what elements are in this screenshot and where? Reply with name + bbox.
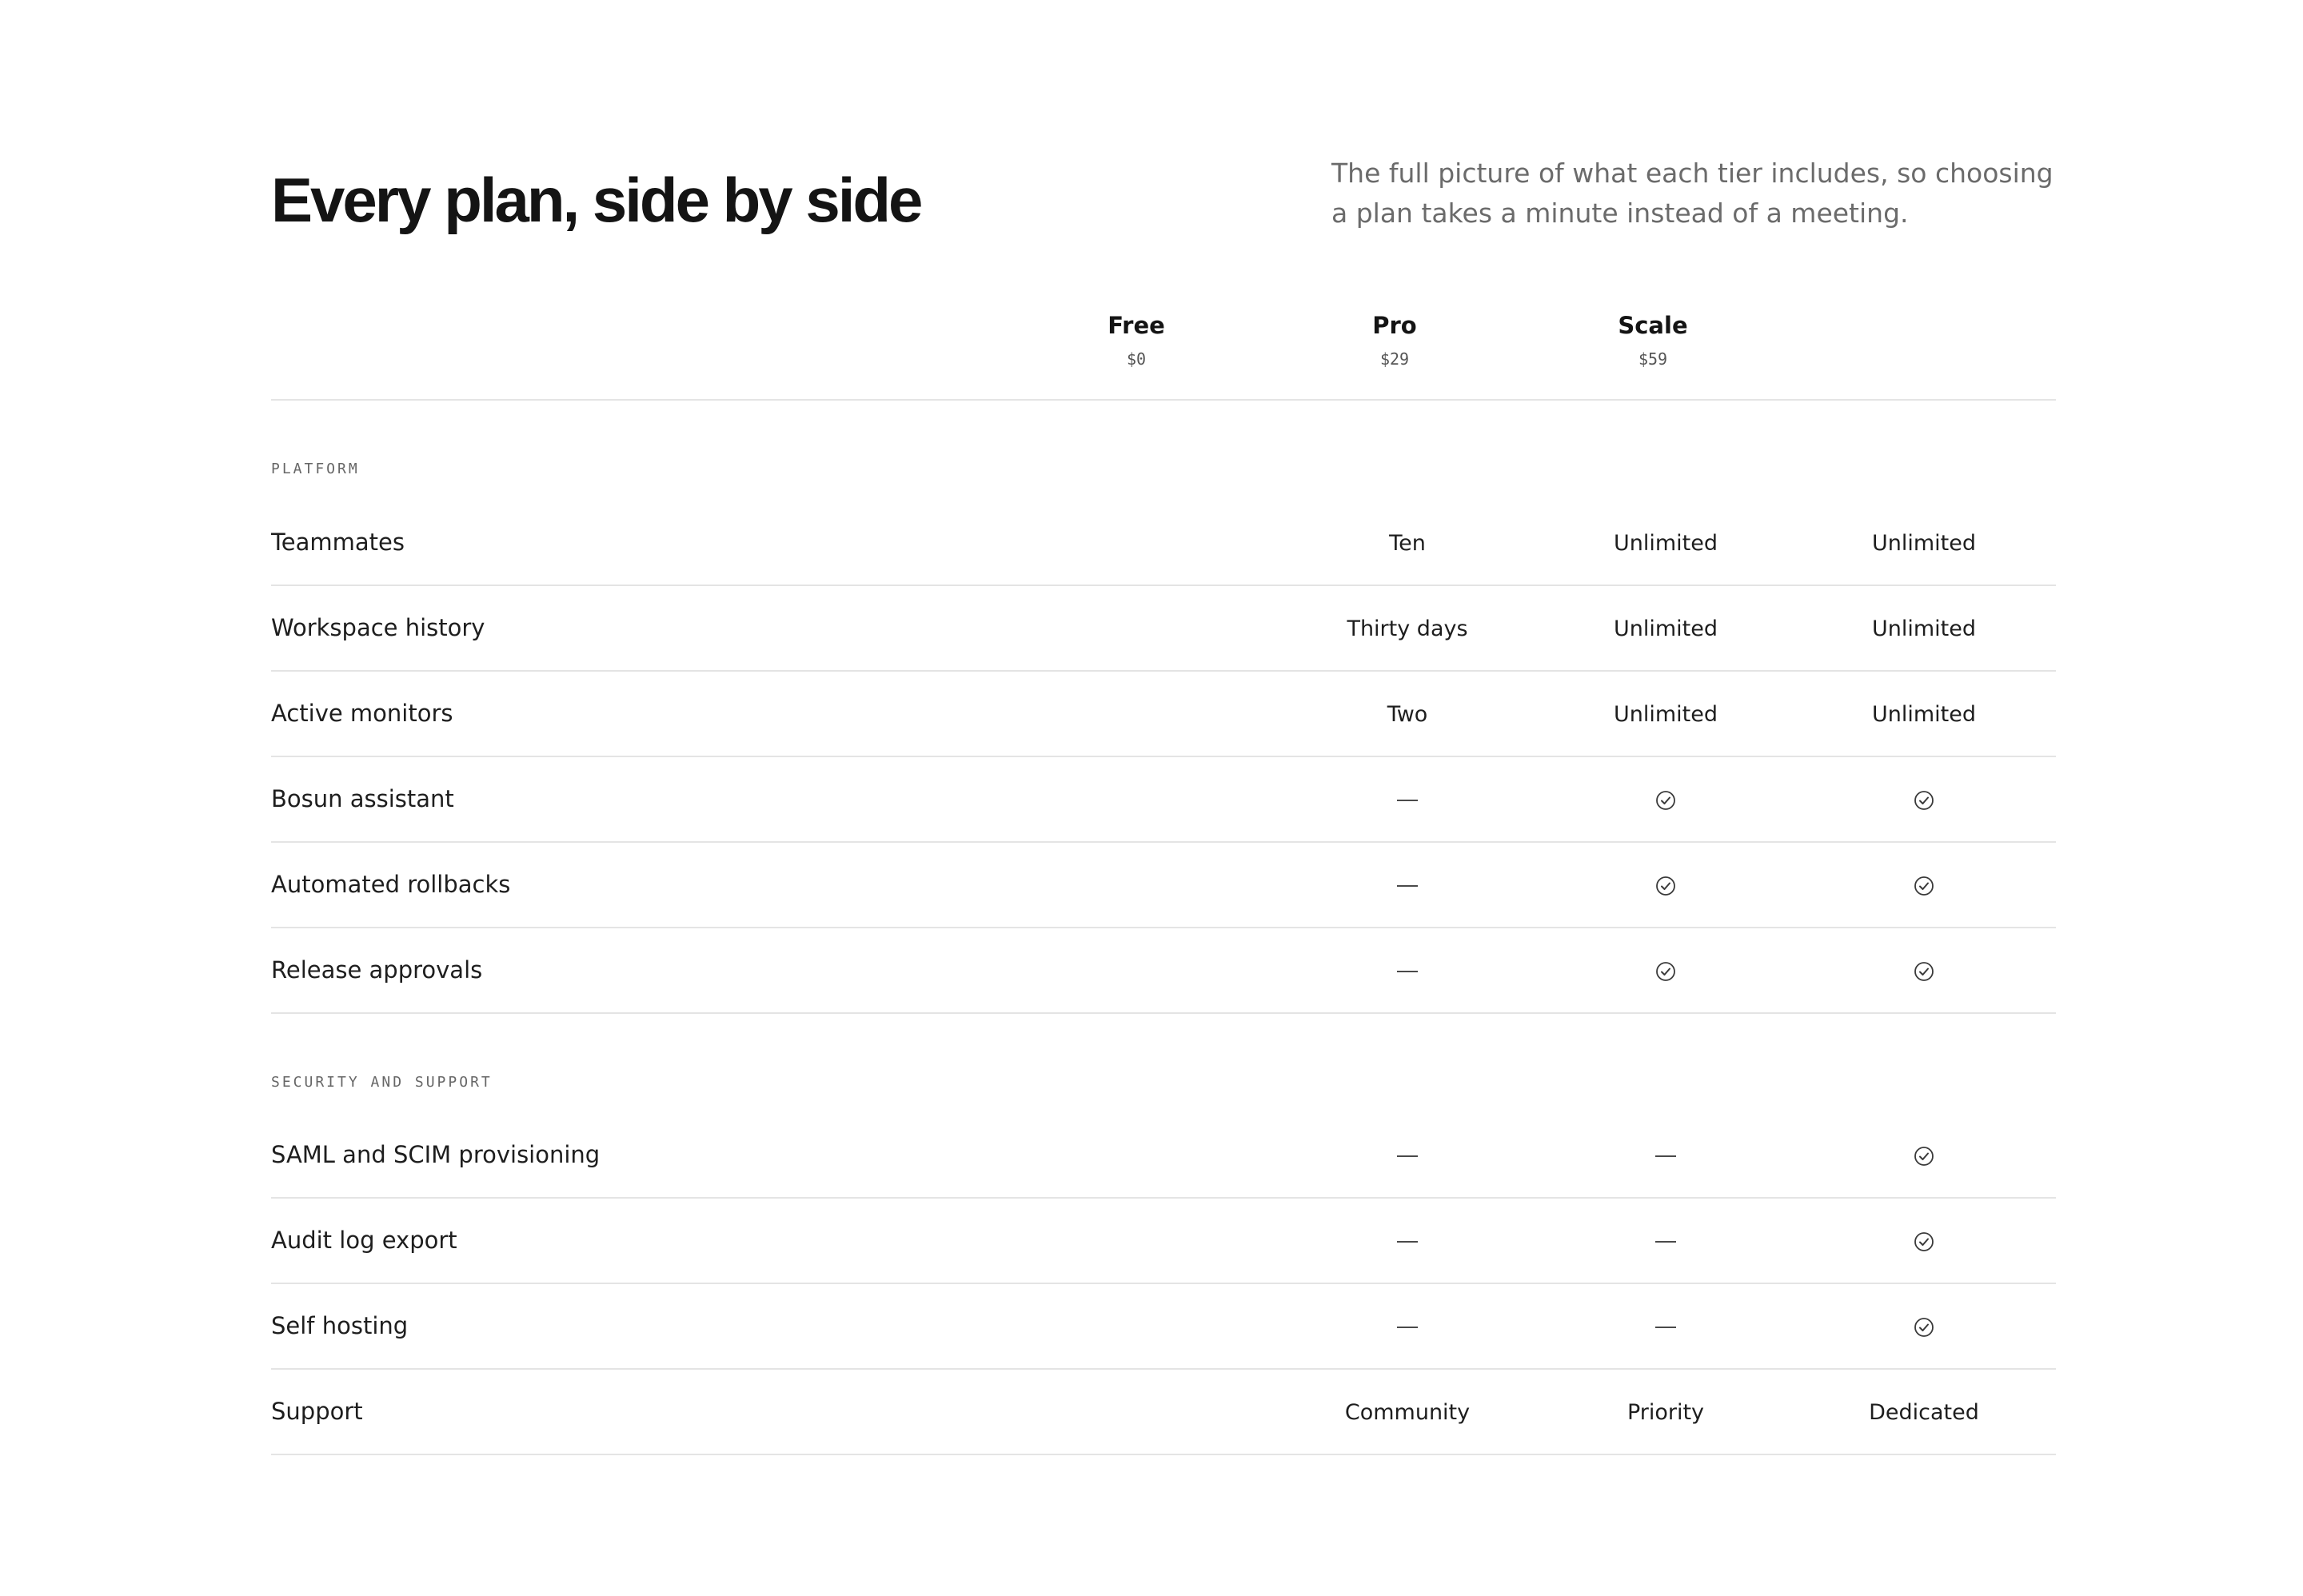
dash-icon (1655, 1326, 1676, 1328)
cell-free: Community (1278, 1370, 1537, 1455)
feature-label: SAML and SCIM provisioning (271, 1141, 601, 1168)
feature-label: Audit log export (271, 1227, 457, 1254)
table-row: Teammates Ten Unlimited Unlimited (271, 501, 2056, 586)
table-row: Automated rollbacks (271, 843, 2056, 928)
feature-label: Self hosting (271, 1312, 409, 1339)
cell-value: Unlimited (1613, 616, 1718, 641)
cell-pro: Unlimited (1536, 586, 1795, 672)
cell-value: Unlimited (1613, 531, 1718, 556)
dash-icon (1397, 884, 1418, 887)
cell-pro (1536, 757, 1795, 843)
table-row: Audit log export (271, 1199, 2056, 1284)
check-circle-icon (1914, 1231, 1934, 1251)
check-circle-icon (1914, 1146, 1934, 1166)
cell-scale (1794, 843, 2054, 928)
page-title: Every plan, side by side (271, 165, 923, 235)
plan-name: Scale (1618, 312, 1688, 339)
cell-pro: Unlimited (1536, 672, 1795, 757)
cell-free (1278, 928, 1537, 1014)
table-row: Support Community Priority Dedicated (271, 1370, 2056, 1455)
feature-label: Automated rollbacks (271, 871, 511, 898)
cell-pro: Priority (1536, 1370, 1795, 1455)
cell-pro (1536, 1113, 1795, 1199)
cell-scale (1794, 1284, 2054, 1370)
table-row: Workspace history Thirty days Unlimited … (271, 586, 2056, 672)
cell-value: Ten (1389, 531, 1426, 556)
cell-scale (1794, 1113, 2054, 1199)
dash-icon (1655, 1240, 1676, 1243)
dash-icon (1397, 1326, 1418, 1328)
plan-name: Pro (1372, 312, 1417, 339)
cell-scale: Unlimited (1794, 672, 2054, 757)
table-row: Release approvals (271, 928, 2056, 1014)
cell-pro (1536, 1199, 1795, 1284)
plan-header-free: Free $0 (1007, 307, 1266, 371)
plan-name: Free (1108, 312, 1165, 339)
table-row: Bosun assistant (271, 757, 2056, 843)
feature-label: Support (271, 1398, 363, 1425)
cell-scale (1794, 1199, 2054, 1284)
section-label-platform: PLATFORM (271, 461, 360, 477)
cell-pro (1536, 843, 1795, 928)
check-circle-icon (1914, 790, 1934, 810)
check-circle-icon (1656, 790, 1675, 810)
cell-free: Two (1278, 672, 1537, 757)
feature-label: Active monitors (271, 700, 453, 727)
dash-icon (1655, 1155, 1676, 1157)
cell-free (1278, 1113, 1537, 1199)
page-subtitle: The full picture of what each tier inclu… (1331, 158, 2054, 229)
cell-scale: Dedicated (1794, 1370, 2054, 1455)
cell-value: Unlimited (1871, 531, 1977, 556)
check-circle-icon (1914, 961, 1934, 981)
check-circle-icon (1656, 876, 1675, 896)
cell-value: Community (1344, 1400, 1471, 1425)
cell-scale (1794, 757, 2054, 843)
feature-label: Teammates (271, 529, 405, 556)
cell-value: Unlimited (1871, 616, 1977, 641)
feature-label: Workspace history (271, 614, 485, 641)
cell-value: Thirty days (1347, 616, 1468, 641)
cell-value: Two (1387, 702, 1428, 727)
check-circle-icon (1914, 1317, 1934, 1337)
cell-free (1278, 757, 1537, 843)
cell-free (1278, 1284, 1537, 1370)
table-row: Self hosting (271, 1284, 2056, 1370)
cell-value: Unlimited (1613, 702, 1718, 727)
cell-value: Priority (1626, 1400, 1705, 1425)
cell-scale (1794, 928, 2054, 1014)
dash-icon (1397, 1240, 1418, 1243)
section-label-security-support: SECURITY AND SUPPORT (271, 1074, 493, 1091)
cell-free (1278, 843, 1537, 928)
plan-header-scale: Scale $59 (1523, 307, 1782, 371)
cell-free: Thirty days (1278, 586, 1537, 672)
plan-price: $0 (1126, 349, 1147, 369)
check-circle-icon (1656, 961, 1675, 981)
cell-value: Dedicated (1869, 1400, 1979, 1425)
cell-pro (1536, 928, 1795, 1014)
cell-scale: Unlimited (1794, 501, 2054, 586)
cell-pro (1536, 1284, 1795, 1370)
table-row: SAML and SCIM provisioning (271, 1113, 2056, 1199)
feature-label: Release approvals (271, 956, 483, 984)
plan-price: $29 (1379, 349, 1410, 369)
cell-free (1278, 1199, 1537, 1284)
cell-pro: Unlimited (1536, 501, 1795, 586)
plan-header-pro: Pro $29 (1265, 307, 1524, 371)
table-row: Active monitors Two Unlimited Unlimited (271, 672, 2056, 757)
dash-icon (1397, 799, 1418, 801)
header-divider (271, 399, 2056, 401)
cell-value: Unlimited (1871, 702, 1977, 727)
plan-price: $59 (1638, 349, 1668, 369)
feature-label: Bosun assistant (271, 785, 454, 812)
dash-icon (1397, 1155, 1418, 1157)
dash-icon (1397, 970, 1418, 972)
cell-scale: Unlimited (1794, 586, 2054, 672)
check-circle-icon (1914, 876, 1934, 896)
plan-comparison: Every plan, side by side The full pictur… (0, 0, 2303, 1596)
cell-free: Ten (1278, 501, 1537, 586)
